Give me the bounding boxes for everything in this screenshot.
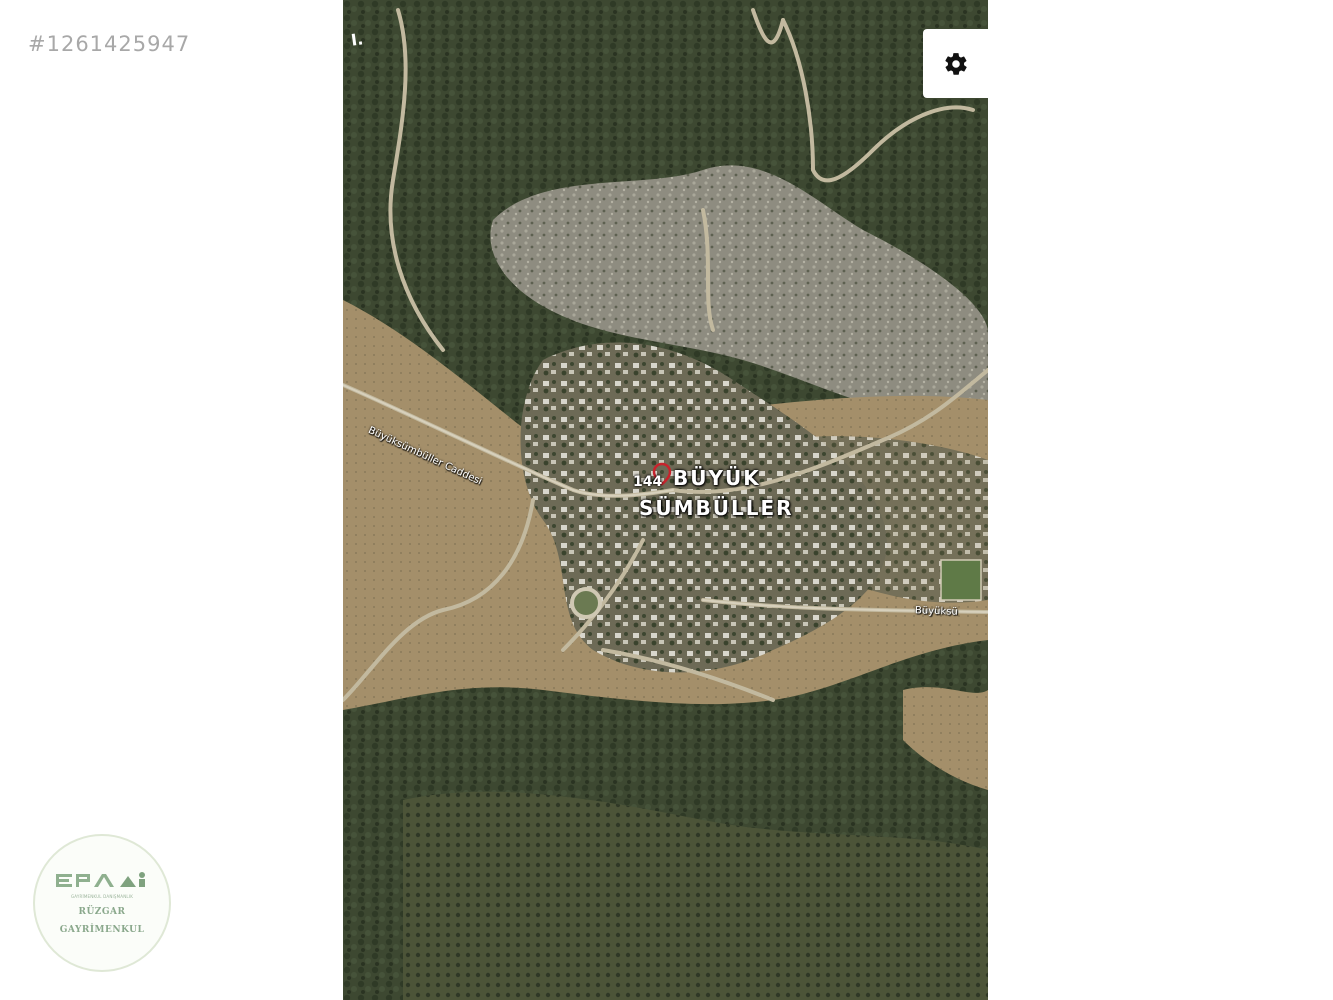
road-label: Büyüksü [914, 605, 958, 618]
compass-mark: I. [349, 29, 365, 50]
satellite-map[interactable]: I. Büyüksümbüller Caddesi Büyüksü 144 BÜ… [343, 0, 988, 1000]
logo-line2: GAYRİMENKUL [59, 925, 145, 935]
gear-icon [944, 52, 967, 75]
epa-logo-mark [56, 872, 145, 887]
logo-tagline: GAYRİMENKUL DANIŞMANLIK [70, 894, 134, 899]
parcel-number: 144 [633, 474, 663, 490]
agency-logo: GAYRİMENKUL DANIŞMANLIK RÜZGAR GAYRİMENK… [33, 834, 171, 972]
settings-button[interactable] [923, 29, 988, 98]
logo-line1: RÜZGAR [78, 907, 126, 917]
listing-id: #1261425947 [28, 32, 191, 56]
satellite-imagery [343, 0, 988, 1000]
